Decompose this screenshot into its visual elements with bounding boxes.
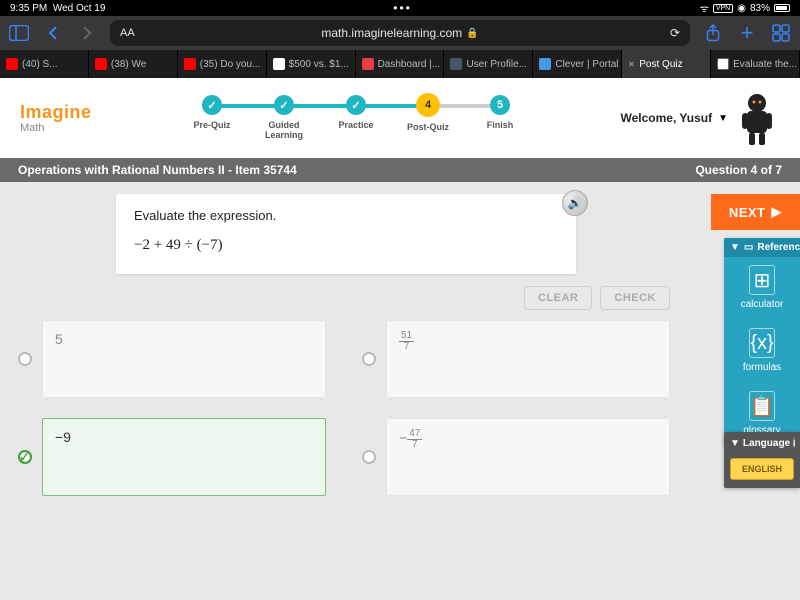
favicon (450, 58, 462, 70)
browser-tab[interactable]: (35) Do you... (178, 50, 267, 78)
status-handle: ••• (105, 1, 699, 15)
brand-top: Imagine (20, 103, 92, 121)
app-header: Imagine Math ✓Pre-Quiz ✓Guided Learning … (0, 78, 800, 158)
youtube-icon (95, 58, 107, 70)
language-header[interactable]: ▼ Language i (724, 432, 800, 454)
status-time: 9:35 PM Wed Oct 19 (10, 3, 105, 14)
wifi-icon: ᯤ (700, 1, 709, 15)
glossary-icon: 📋 (749, 391, 775, 421)
youtube-icon (6, 58, 18, 70)
browser-tab[interactable]: (40) S... (0, 50, 89, 78)
text-size-icon[interactable]: AA (120, 27, 135, 39)
info-icon[interactable]: i (793, 437, 795, 449)
check-button[interactable]: CHECK (600, 286, 670, 310)
clever-icon (539, 58, 551, 70)
question-card: 🔊 Evaluate the expression. −2 + 49 ÷ (−7… (116, 194, 576, 274)
formulas-icon: {x} (749, 328, 775, 358)
browser-tab-active[interactable]: +Post Quiz (622, 50, 711, 78)
favicon (362, 58, 374, 70)
reference-formulas[interactable]: {x} formulas (724, 320, 800, 383)
chevron-down-icon: ▼ (730, 438, 740, 449)
avatar (734, 91, 780, 145)
answer-card: 5 (42, 320, 326, 398)
radio-icon[interactable] (362, 352, 376, 366)
browser-tab[interactable]: (38) We (89, 50, 178, 78)
user-menu[interactable]: Welcome, Yusuf ▼ (621, 91, 781, 145)
answer-grid: 5 517 ✓ −9 −477 (18, 320, 670, 496)
tabs-overview-icon[interactable] (770, 22, 792, 44)
youtube-icon (184, 58, 196, 70)
progress-step-finish[interactable]: 5 (490, 95, 510, 115)
browser-tab[interactable]: Clever | Portal (533, 50, 622, 78)
window-icon: ▭ (744, 242, 753, 253)
chevron-down-icon: ▼ (718, 113, 728, 124)
answer-option-c[interactable]: ✓ −9 (18, 418, 326, 496)
radio-checked-icon[interactable]: ✓ (18, 450, 32, 464)
share-icon[interactable] (702, 22, 724, 44)
language-english-button[interactable]: ENGLISH (730, 458, 794, 480)
clear-button[interactable]: CLEAR (524, 286, 592, 310)
browser-tab[interactable]: Dashboard |... (356, 50, 445, 78)
close-icon[interactable]: + (624, 57, 639, 72)
question-expression: −2 + 49 ÷ (−7) (134, 237, 558, 254)
url-bar[interactable]: AA math.imaginelearning.com 🔒 ⟳ (110, 20, 690, 46)
answer-card-selected: −9 (42, 418, 326, 496)
reference-header[interactable]: ▼ ▭ Reference (724, 238, 800, 257)
status-right: ᯤ VPN ◉ 83% (700, 1, 790, 15)
tab-strip: (40) S... (38) We (35) Do you... $500 vs… (0, 50, 800, 78)
favicon (273, 58, 285, 70)
answer-option-d[interactable]: −477 (362, 418, 670, 496)
lock-icon: 🔒 (466, 28, 478, 39)
reference-panel: ▼ ▭ Reference ⊞ calculator {x} formulas … (724, 238, 800, 446)
back-icon[interactable] (42, 22, 64, 44)
progress-step-guided[interactable]: ✓ (274, 95, 294, 115)
reference-calculator[interactable]: ⊞ calculator (724, 257, 800, 320)
new-tab-icon[interactable]: + (736, 22, 758, 44)
brand-bottom: Math (20, 123, 92, 134)
battery-icon (774, 4, 790, 12)
question-prompt: Evaluate the expression. (134, 208, 558, 223)
ipad-status-bar: 9:35 PM Wed Oct 19 ••• ᯤ VPN ◉ 83% (0, 0, 800, 16)
answer-card: 517 (386, 320, 670, 398)
favicon (717, 58, 729, 70)
chevron-down-icon: ▼ (730, 242, 740, 253)
answer-card: −477 (386, 418, 670, 496)
next-button[interactable]: NEXT▶ (711, 194, 800, 230)
welcome-text: Welcome, Yusuf (621, 111, 713, 125)
lesson-title: Operations with Rational Numbers II - It… (18, 163, 297, 177)
battery-icon: ◉ (737, 3, 746, 14)
forward-icon (76, 22, 98, 44)
answer-option-b[interactable]: 517 (362, 320, 670, 398)
play-icon: ▶ (772, 204, 783, 220)
radio-icon[interactable] (362, 450, 376, 464)
browser-toolbar: AA math.imaginelearning.com 🔒 ⟳ + (0, 16, 800, 50)
radio-icon[interactable] (18, 352, 32, 366)
browser-tab[interactable]: Evaluate the... (711, 50, 800, 78)
browser-tab[interactable]: User Profile... (444, 50, 533, 78)
calculator-icon: ⊞ (749, 265, 775, 295)
progress-step-practice[interactable]: ✓ (346, 95, 366, 115)
url-text: math.imaginelearning.com (321, 26, 462, 40)
progress-tracker: ✓Pre-Quiz ✓Guided Learning ✓Practice 4Po… (176, 95, 536, 141)
sidebar-toggle-icon[interactable] (8, 22, 30, 44)
content-area: 🔊 Evaluate the expression. −2 + 49 ÷ (−7… (0, 182, 800, 600)
question-counter: Question 4 of 7 (695, 163, 782, 177)
progress-step-prequiz[interactable]: ✓ (202, 95, 222, 115)
answer-option-a[interactable]: 5 (18, 320, 326, 398)
progress-step-postquiz[interactable]: 4 (416, 93, 440, 117)
lesson-title-bar: Operations with Rational Numbers II - It… (0, 158, 800, 182)
brand-logo[interactable]: Imagine Math (20, 103, 92, 134)
reload-icon[interactable]: ⟳ (670, 26, 680, 40)
browser-tab[interactable]: $500 vs. $1... (267, 50, 356, 78)
audio-icon[interactable]: 🔊 (562, 190, 588, 216)
language-panel: ▼ Language i ENGLISH (724, 432, 800, 488)
